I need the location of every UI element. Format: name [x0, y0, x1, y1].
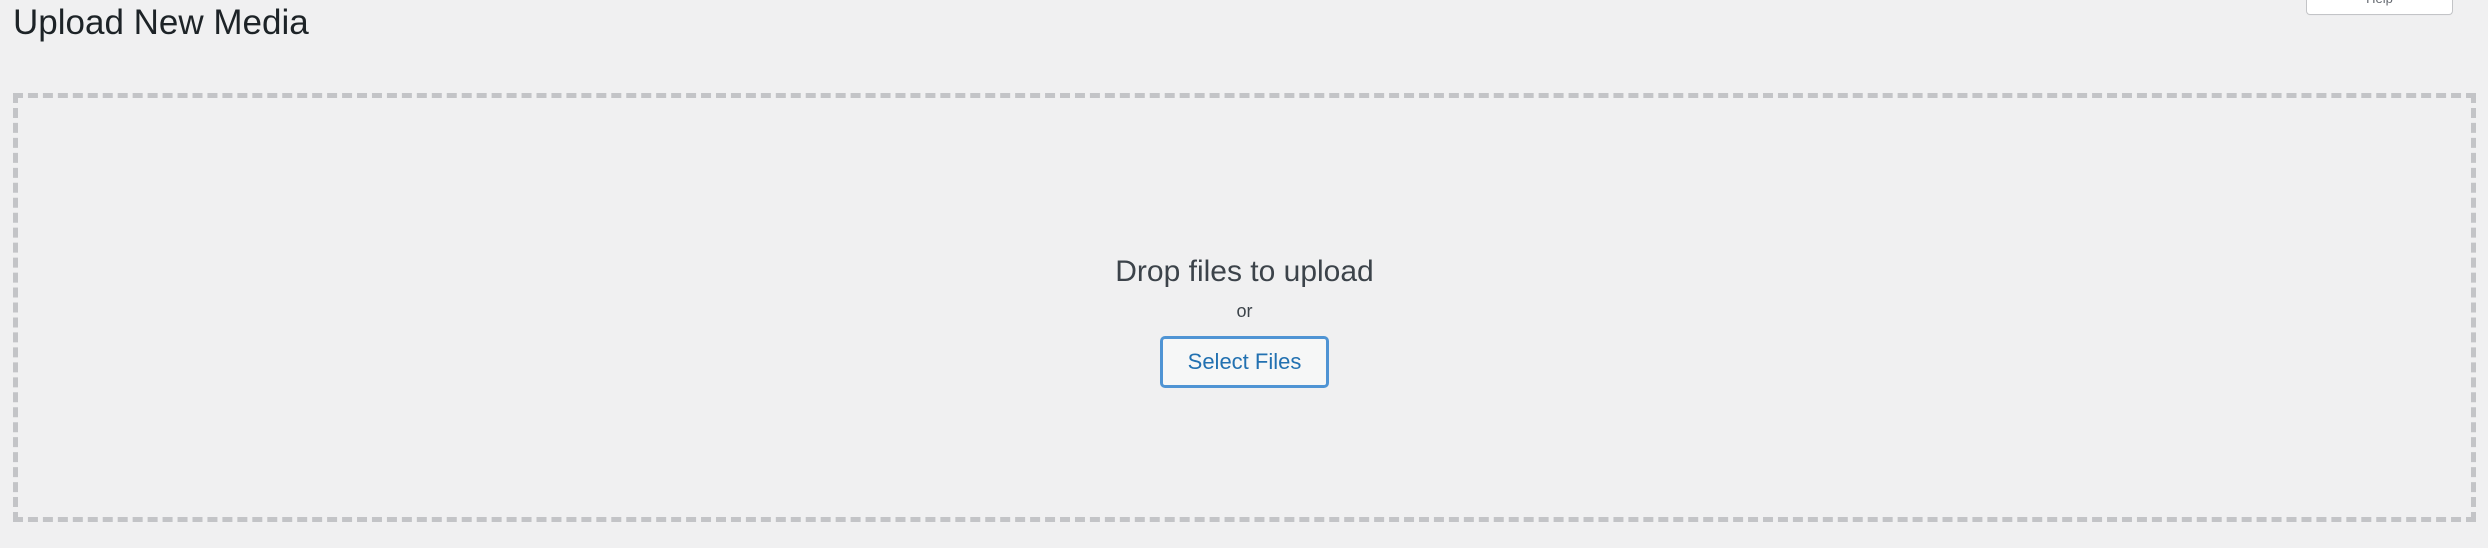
page-title: Upload New Media: [13, 3, 309, 42]
drop-instructions: Drop files to upload or Select Files: [1115, 251, 1374, 388]
help-tab-container: Help: [2306, 0, 2453, 15]
drop-or-separator: or: [1236, 301, 1253, 322]
upload-dropzone[interactable]: Drop files to upload or Select Files: [13, 93, 2476, 522]
help-button-label: Help: [2366, 0, 2393, 5]
help-button[interactable]: Help: [2306, 0, 2453, 15]
drop-files-heading: Drop files to upload: [1115, 255, 1374, 289]
select-files-button-label: Select Files: [1187, 348, 1302, 374]
select-files-button[interactable]: Select Files: [1159, 335, 1330, 388]
